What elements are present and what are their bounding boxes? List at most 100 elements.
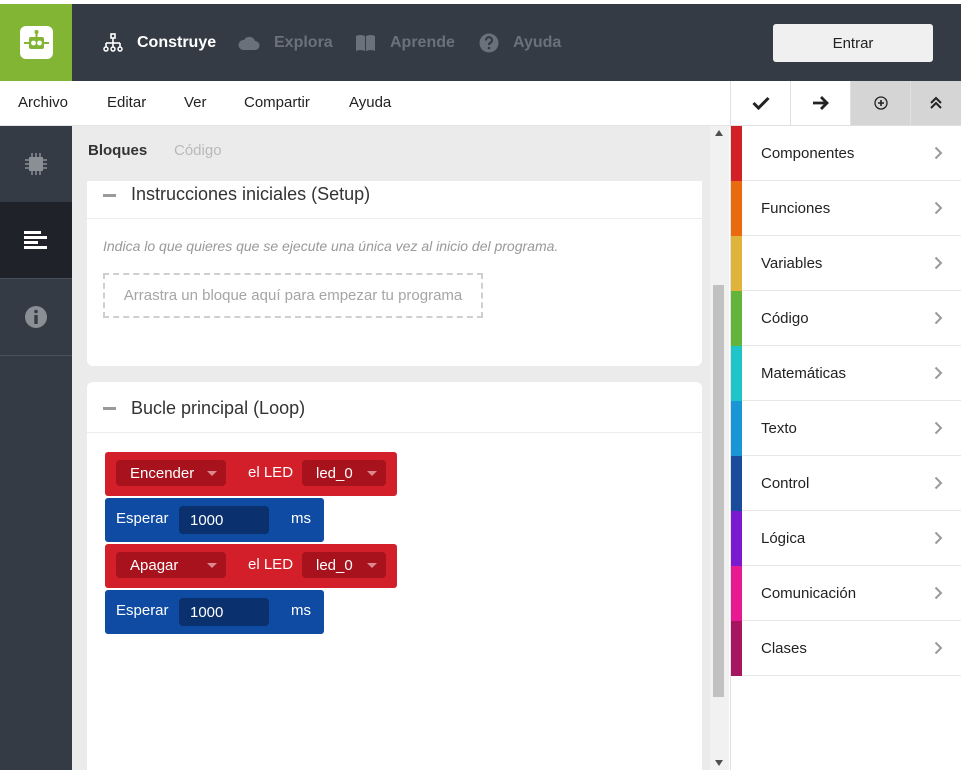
nav-help[interactable]: Ayuda: [479, 4, 561, 81]
palette-item-text[interactable]: Texto: [731, 401, 961, 456]
setup-card: Instrucciones iniciales (Setup) Indica l…: [87, 181, 702, 366]
wait-block[interactable]: Esperar 1000 ms: [105, 498, 324, 542]
tab-blocks[interactable]: Bloques: [88, 142, 147, 159]
bitbloq-logo[interactable]: [0, 4, 72, 81]
chevron-right-icon: [934, 586, 943, 600]
book-icon: [356, 34, 375, 51]
palette-item-variables[interactable]: Variables: [731, 236, 961, 291]
sidebar-info-tab[interactable]: [0, 279, 72, 356]
nav-explore-label: Explora: [274, 33, 333, 51]
category-color: [731, 346, 742, 401]
workspace-scrollbar[interactable]: [710, 126, 729, 770]
caret-down-icon: [367, 471, 377, 476]
loop-title: Bucle principal (Loop): [131, 398, 306, 418]
wait-unit: ms: [291, 510, 311, 527]
category-color: [731, 291, 742, 346]
palette-item-communication[interactable]: Comunicación: [731, 566, 961, 621]
nav-build-label: Construye: [137, 33, 217, 51]
led-target-dropdown[interactable]: led_0: [302, 552, 386, 578]
setup-hint: Indica lo que quieres que se ejecute una…: [103, 238, 559, 254]
category-color: [731, 566, 742, 621]
menu-edit[interactable]: Editar: [107, 81, 146, 126]
upload-button[interactable]: [790, 81, 850, 126]
wait-block[interactable]: Esperar 1000 ms: [105, 590, 324, 634]
setup-title: Instrucciones iniciales (Setup): [131, 184, 371, 204]
menu-file[interactable]: Archivo: [18, 81, 68, 126]
nav-build[interactable]: Construye: [103, 4, 216, 81]
led-label: el LED: [248, 464, 294, 481]
arrow-right-icon: [812, 96, 829, 110]
double-chevron-up-icon: [930, 96, 942, 109]
align-left-icon: [24, 231, 47, 249]
led-off-block[interactable]: Apagar el LED led_0: [105, 544, 397, 588]
palette-item-logic[interactable]: Lógica: [731, 511, 961, 566]
led-label: el LED: [248, 556, 294, 573]
palette-item-classes[interactable]: Clases: [731, 621, 961, 676]
robot-icon: [19, 26, 53, 59]
sidebar-hardware-tab[interactable]: [0, 126, 72, 203]
palette-item-math[interactable]: Matemáticas: [731, 346, 961, 401]
wait-value-input[interactable]: 1000: [179, 598, 269, 626]
scrollbar-thumb[interactable]: [713, 285, 724, 697]
led-on-block[interactable]: Encender el LED led_0: [105, 452, 397, 496]
question-circle-icon: [479, 33, 499, 52]
chevron-right-icon: [934, 146, 943, 160]
led-action-dropdown[interactable]: Encender: [116, 460, 226, 486]
palette-item-components[interactable]: Componentes: [731, 126, 961, 181]
led-target-dropdown[interactable]: led_0: [302, 460, 386, 486]
nav-help-label: Ayuda: [513, 33, 562, 51]
info-circle-icon: [25, 306, 47, 328]
caret-down-icon: [367, 563, 377, 568]
menu-help[interactable]: Ayuda: [349, 81, 391, 126]
category-color: [731, 401, 742, 456]
nav-learn-label: Aprende: [390, 33, 455, 51]
sidebar-software-tab[interactable]: [0, 202, 72, 279]
chip-icon: [25, 153, 47, 175]
chevron-right-icon: [934, 366, 943, 380]
nav-learn[interactable]: Aprende: [355, 4, 455, 81]
check-icon: [751, 96, 770, 110]
menu-view[interactable]: Ver: [184, 81, 207, 126]
wait-label: Esperar: [116, 602, 169, 619]
chevron-right-icon: [934, 311, 943, 325]
category-color: [731, 621, 742, 676]
category-color: [731, 126, 742, 181]
wait-unit: ms: [291, 602, 311, 619]
menu-bar: Archivo Editar Ver Compartir Ayuda: [0, 81, 730, 126]
collapse-setup-icon[interactable]: [103, 194, 116, 197]
chevron-right-icon: [934, 256, 943, 270]
plus-circle-icon: [873, 96, 888, 110]
collapse-toolbar-button[interactable]: [910, 81, 961, 126]
wait-label: Esperar: [116, 510, 169, 527]
category-color: [731, 511, 742, 566]
scroll-up-icon[interactable]: [715, 130, 723, 136]
workspace: Bloques Código Instrucciones iniciales (…: [72, 126, 710, 770]
chevron-right-icon: [934, 201, 943, 215]
menu-share[interactable]: Compartir: [244, 81, 310, 126]
palette-item-control[interactable]: Control: [731, 456, 961, 511]
category-color: [731, 456, 742, 511]
wait-value-input[interactable]: 1000: [179, 506, 269, 534]
tab-code[interactable]: Código: [174, 142, 222, 159]
category-color: [731, 236, 742, 291]
loop-card: Bucle principal (Loop) Encender el LED l…: [87, 382, 702, 770]
login-button[interactable]: Entrar: [773, 24, 933, 62]
category-color: [731, 181, 742, 236]
nav-explore[interactable]: Explora: [238, 4, 333, 81]
cloud-icon: [238, 36, 260, 50]
palette-item-code[interactable]: Código: [731, 291, 961, 346]
chevron-right-icon: [934, 641, 943, 655]
verify-button[interactable]: [730, 81, 790, 126]
chevron-right-icon: [934, 476, 943, 490]
collapse-loop-icon[interactable]: [103, 407, 116, 410]
sitemap-icon: [103, 32, 123, 52]
chevron-right-icon: [934, 421, 943, 435]
scroll-down-icon[interactable]: [715, 760, 723, 766]
palette-item-functions[interactable]: Funciones: [731, 181, 961, 236]
block-palette: Componentes Funciones Variables Código M…: [730, 126, 961, 770]
chevron-right-icon: [934, 531, 943, 545]
left-sidebar: [0, 126, 72, 770]
setup-dropzone[interactable]: Arrastra un bloque aquí para empezar tu …: [103, 273, 483, 318]
led-action-dropdown[interactable]: Apagar: [116, 552, 226, 578]
serial-monitor-button[interactable]: [850, 81, 910, 126]
